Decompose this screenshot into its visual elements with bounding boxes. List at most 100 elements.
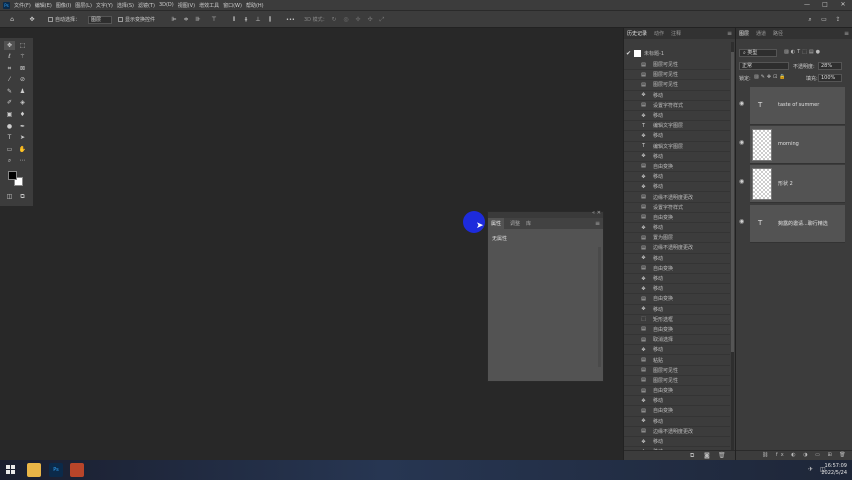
brush-tool-icon[interactable]: ✎ bbox=[4, 87, 15, 96]
history-item[interactable]: ✥ 移动 bbox=[624, 223, 730, 234]
history-item[interactable]: ✥ 移动 bbox=[624, 305, 730, 315]
history-item[interactable]: ✥ 移动 bbox=[624, 131, 730, 142]
more-tools-icon[interactable]: ⋯ bbox=[17, 156, 28, 165]
minimize-button[interactable]: — bbox=[798, 0, 816, 10]
blur-tool-icon[interactable]: ♦ bbox=[17, 110, 28, 119]
layer-row[interactable]: ◉ T 夠露的邀请...聊行精选 bbox=[739, 205, 845, 243]
menu-image[interactable]: 图像(I) bbox=[56, 2, 71, 9]
menu-type[interactable]: 文字(Y) bbox=[96, 2, 113, 9]
history-item[interactable]: ✥ 移动 bbox=[624, 172, 730, 183]
history-brush-tool-icon[interactable]: ✐ bbox=[4, 98, 15, 107]
distribute-icon[interactable]: ⫴ bbox=[230, 15, 238, 24]
distribute-bottom-icon[interactable]: ⊥ bbox=[254, 15, 262, 24]
panel-menu-icon[interactable]: ≡ bbox=[727, 28, 732, 39]
distribute-horizontal-icon[interactable]: ⫼ bbox=[266, 15, 274, 24]
crop-tool-icon[interactable]: ⌗ bbox=[4, 64, 15, 73]
tab-properties[interactable]: 属性 bbox=[488, 218, 505, 229]
screen-mode-icon[interactable]: ⧉ bbox=[17, 192, 28, 201]
close-button[interactable]: ✕ bbox=[834, 0, 852, 10]
history-item[interactable]: ✥ 移动 bbox=[624, 91, 730, 101]
3d-scale-icon[interactable]: ⤢ bbox=[378, 15, 386, 24]
3d-rotate-icon[interactable]: ↻ bbox=[330, 15, 338, 24]
move-tool-icon[interactable]: ✥ bbox=[4, 41, 15, 50]
tab-history[interactable]: 历史记录 bbox=[627, 30, 647, 37]
history-item[interactable]: ▤ 图层可见性 bbox=[624, 366, 730, 376]
show-transform-checkbox[interactable]: 显示变换控件 bbox=[118, 15, 155, 25]
type-tool-icon[interactable]: T bbox=[4, 133, 15, 142]
file-explorer-icon[interactable] bbox=[27, 463, 41, 477]
history-item[interactable]: ✥ 移动 bbox=[624, 152, 730, 162]
menu-help[interactable]: 帮助(H) bbox=[246, 2, 264, 9]
close-icon[interactable]: ✕ bbox=[597, 210, 601, 216]
menu-view[interactable]: 视图(V) bbox=[178, 2, 195, 9]
home-icon[interactable]: ⌂ bbox=[8, 15, 16, 24]
3d-slide-icon[interactable]: ✣ bbox=[366, 15, 374, 24]
history-item[interactable]: ▤ 自由变换 bbox=[624, 213, 730, 223]
history-item[interactable]: ▤ 自由变换 bbox=[624, 406, 730, 417]
history-item[interactable]: ✥ 移动 bbox=[624, 396, 730, 407]
lock-icons[interactable]: ▨✎✥⊡🔒 bbox=[754, 74, 788, 80]
new-document-icon[interactable]: ⧉ bbox=[690, 452, 694, 460]
tab-paths[interactable]: 路径 bbox=[773, 30, 783, 37]
frame-tool-icon[interactable]: ⊠ bbox=[17, 64, 28, 73]
eraser-tool-icon[interactable]: ◈ bbox=[17, 98, 28, 107]
photoshop-taskbar-icon[interactable]: Ps bbox=[49, 463, 63, 477]
history-item[interactable]: ✥ 移动 bbox=[624, 437, 730, 448]
share-icon[interactable]: ⇪ bbox=[834, 15, 842, 24]
workspace-icon[interactable]: ▭ bbox=[820, 15, 828, 24]
layer-filter-dropdown[interactable]: ⌕ 类型 bbox=[739, 49, 777, 57]
tab-channels[interactable]: 通道 bbox=[756, 30, 766, 37]
more-options-button[interactable]: ••• bbox=[286, 15, 295, 25]
windows-start-icon[interactable] bbox=[6, 465, 15, 474]
trash-icon[interactable]: 🗑 bbox=[718, 452, 726, 459]
visibility-eye-icon[interactable]: ◉ bbox=[739, 218, 744, 225]
maximize-button[interactable]: □ bbox=[816, 0, 834, 10]
history-item[interactable]: ▤ 边缘不透明度更改 bbox=[624, 427, 730, 437]
layer-action-icons[interactable]: ⛓ fx ◐ ◑ ▭ ⊞ 🗑 bbox=[762, 452, 849, 458]
move-tool-preset-icon[interactable]: ✥ bbox=[28, 15, 36, 24]
quick-mask-icon[interactable]: ◫ bbox=[4, 192, 15, 201]
eyedropper-tool-icon[interactable]: ⁄ bbox=[4, 75, 15, 84]
visibility-eye-icon[interactable]: ◉ bbox=[739, 139, 744, 146]
properties-scrollbar[interactable] bbox=[598, 247, 601, 367]
network-icon[interactable]: ✈ bbox=[808, 466, 813, 473]
layer-row[interactable]: ◉ morning bbox=[739, 126, 845, 164]
visibility-eye-icon[interactable]: ◉ bbox=[739, 178, 744, 185]
stamp-tool-icon[interactable]: ♟ bbox=[17, 87, 28, 96]
menu-file[interactable]: 文件(F) bbox=[14, 2, 31, 9]
brush-source-icon[interactable]: ✔ bbox=[626, 50, 631, 57]
history-item[interactable]: T 编辑文字图层 bbox=[624, 121, 730, 132]
distribute-center-icon[interactable]: ⫵ bbox=[242, 15, 250, 24]
align-top-icon[interactable]: ⊤ bbox=[210, 15, 218, 24]
search-icon[interactable]: ⌕ bbox=[806, 15, 814, 24]
auto-select-checkbox[interactable]: 自动选择： bbox=[48, 15, 80, 25]
tab-layers[interactable]: 图层 bbox=[739, 30, 749, 37]
snapshot-camera-icon[interactable]: ◙ bbox=[704, 452, 710, 459]
align-right-icon[interactable]: ⊪ bbox=[194, 15, 202, 24]
layer-row[interactable]: ◉ T taste of summer bbox=[739, 87, 845, 125]
history-item[interactable]: ✥ 移动 bbox=[624, 182, 730, 193]
app-taskbar-icon[interactable] bbox=[70, 463, 84, 477]
dodge-tool-icon[interactable]: ● bbox=[4, 122, 15, 131]
rectangle-tool-icon[interactable]: ▭ bbox=[4, 145, 15, 154]
auto-select-dropdown[interactable]: 图层 bbox=[88, 16, 112, 24]
marquee-tool-icon[interactable]: ⬚ bbox=[17, 41, 28, 50]
3d-roll-icon[interactable]: ◎ bbox=[342, 15, 350, 24]
zoom-tool-icon[interactable]: ⌕ bbox=[4, 156, 15, 165]
collapse-icon[interactable]: « bbox=[592, 210, 595, 216]
history-item[interactable]: ▤ 设置字符样式 bbox=[624, 203, 730, 213]
tray-clock[interactable]: 16:57:09 2022/5/24 bbox=[821, 463, 847, 477]
tab-libraries[interactable]: 库 bbox=[526, 220, 531, 227]
history-item[interactable]: ✥ 移动 bbox=[624, 345, 730, 356]
history-item[interactable]: ✥ 移动 bbox=[624, 284, 730, 295]
fill-input[interactable]: 100% bbox=[818, 74, 842, 82]
pen-tool-icon[interactable]: ✒ bbox=[17, 122, 28, 131]
history-item[interactable]: ✥ 移动 bbox=[624, 111, 730, 122]
opacity-input[interactable]: 28% bbox=[818, 62, 842, 70]
menu-filter[interactable]: 滤镜(T) bbox=[138, 2, 155, 9]
layer-row[interactable]: ◉ 形状 2 bbox=[739, 165, 845, 203]
history-item[interactable]: T 编辑文字图层 bbox=[624, 142, 730, 152]
history-item[interactable]: ✥ 移动 bbox=[624, 254, 730, 264]
history-item[interactable]: ▤ 取消选择 bbox=[624, 335, 730, 346]
align-left-icon[interactable]: ⊫ bbox=[170, 15, 178, 24]
